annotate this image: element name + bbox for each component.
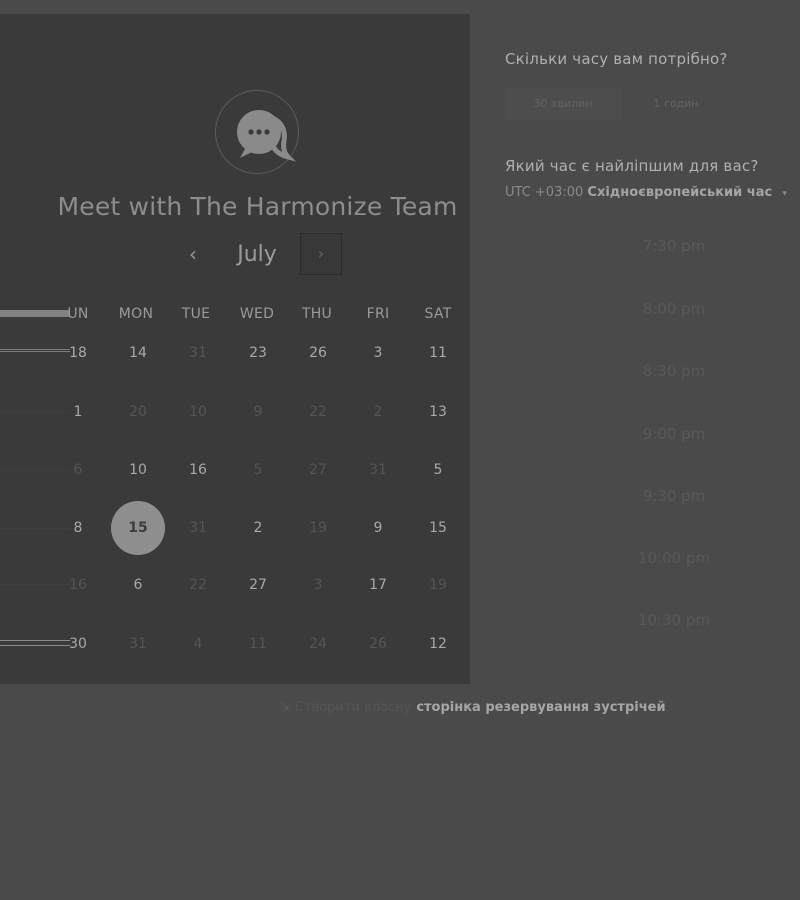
time-slot[interactable]: 9:00 pm xyxy=(600,425,748,443)
calendar-day: 9 xyxy=(253,404,263,420)
calendar-day[interactable]: 6 xyxy=(108,577,168,593)
timezone-name: Східноєвропейський час xyxy=(587,185,773,200)
weekday-wed: WED xyxy=(239,306,275,322)
next-month-button[interactable]: › xyxy=(300,233,342,275)
calendar-day[interactable]: 26 xyxy=(288,345,348,361)
time-slot[interactable]: 7:30 pm xyxy=(600,237,748,255)
calendar-day[interactable]: 17 xyxy=(348,577,408,593)
calendar-day-selected[interactable]: 15 xyxy=(108,520,168,536)
calendar-day[interactable]: 30 xyxy=(48,636,108,652)
page-title: Meet with The Harmonize Team xyxy=(57,192,458,221)
calendar-panel: Meet with The Harmonize Team ‹ July › UN… xyxy=(0,14,470,684)
weekday-sat: SAT xyxy=(424,306,452,322)
calendar-day: 24 xyxy=(309,636,327,652)
calendar-day: 6 xyxy=(73,462,83,478)
footer-text-prefix: Створити власну xyxy=(294,700,412,715)
calendar-day: 5 xyxy=(253,462,263,478)
weekday-fri: FRI xyxy=(366,306,390,322)
calendar-day: 27 xyxy=(309,462,327,478)
calendar-day[interactable]: 5 xyxy=(408,462,468,478)
time-slot[interactable]: 10:30 pm xyxy=(600,611,748,629)
calendar-day[interactable]: 2 xyxy=(228,520,288,536)
calendar-day[interactable]: 16 xyxy=(168,462,228,478)
time-slot[interactable]: 10:00 pm xyxy=(600,549,748,567)
time-slot[interactable]: 8:30 pm xyxy=(600,362,748,380)
calendar-day[interactable]: 23 xyxy=(228,345,288,361)
calendar-day: 20 xyxy=(129,404,147,420)
top-bar xyxy=(0,0,800,14)
time-slot[interactable]: 9:30 pm xyxy=(600,487,748,505)
calendar-day[interactable]: 14 xyxy=(108,345,168,361)
calendar-day: 10 xyxy=(189,404,207,420)
timezone-select[interactable]: UTC +03:00 Східноєвропейський час ▾ xyxy=(505,185,787,200)
duration-question: Скільки часу вам потрібно? xyxy=(505,50,728,68)
duration-option-60[interactable]: 1 годин xyxy=(628,88,724,120)
calendar-day[interactable]: 11 xyxy=(408,345,468,361)
timezone-offset: UTC +03:00 xyxy=(505,185,584,200)
weekday-tue: TUE xyxy=(181,306,211,322)
calendar-day[interactable]: 15 xyxy=(408,520,468,536)
chat-bubble-icon xyxy=(237,110,297,162)
calendar-day[interactable]: 3 xyxy=(348,345,408,361)
time-slot[interactable]: 8:00 pm xyxy=(600,300,748,318)
chevron-right-icon: › xyxy=(317,244,325,263)
calendar-day[interactable]: 9 xyxy=(348,520,408,536)
month-label: July xyxy=(237,242,277,267)
calendar-day[interactable]: 13 xyxy=(408,404,468,420)
calendar-day[interactable]: 1 xyxy=(48,404,108,420)
footer-text-link: сторінка резервування зустрічей xyxy=(416,700,666,715)
chevron-left-icon: ‹ xyxy=(189,242,197,266)
weekday-sun: UN xyxy=(67,306,89,322)
calendar-day: 11 xyxy=(249,636,267,652)
weekday-mon: MON xyxy=(118,306,154,322)
external-link-icon: ⇲ xyxy=(280,700,291,715)
calendar-day[interactable]: 12 xyxy=(408,636,468,652)
calendar-day: 31 xyxy=(189,345,207,361)
calendar-day[interactable]: 27 xyxy=(228,577,288,593)
calendar-day: 22 xyxy=(309,404,327,420)
calendar-day: 22 xyxy=(189,577,207,593)
calendar-day[interactable]: 10 xyxy=(108,462,168,478)
calendar-day: 31 xyxy=(369,462,387,478)
duration-option-30[interactable]: 30 хвилин xyxy=(505,88,621,120)
calendar-day[interactable]: 8 xyxy=(48,520,108,536)
time-question: Який час є найліпшим для вас? xyxy=(505,157,759,175)
calendar-day: 19 xyxy=(429,577,447,593)
calendar-day: 19 xyxy=(309,520,327,536)
calendar-day: 31 xyxy=(189,520,207,536)
footer-link[interactable]: ⇲ Створити власну сторінка резервування зу… xyxy=(280,700,666,715)
calendar-day: 16 xyxy=(69,577,87,593)
calendar-day: 31 xyxy=(129,636,147,652)
dropdown-caret-icon: ▾ xyxy=(782,189,787,199)
calendar-day: 2 xyxy=(373,404,383,420)
prev-month-button[interactable]: ‹ xyxy=(180,240,206,268)
team-logo xyxy=(215,90,299,174)
calendar-day: 4 xyxy=(193,636,203,652)
weekday-thu: THU xyxy=(301,306,333,322)
calendar-day: 3 xyxy=(313,577,323,593)
calendar-day: 26 xyxy=(369,636,387,652)
calendar-day[interactable]: 18 xyxy=(48,345,108,361)
